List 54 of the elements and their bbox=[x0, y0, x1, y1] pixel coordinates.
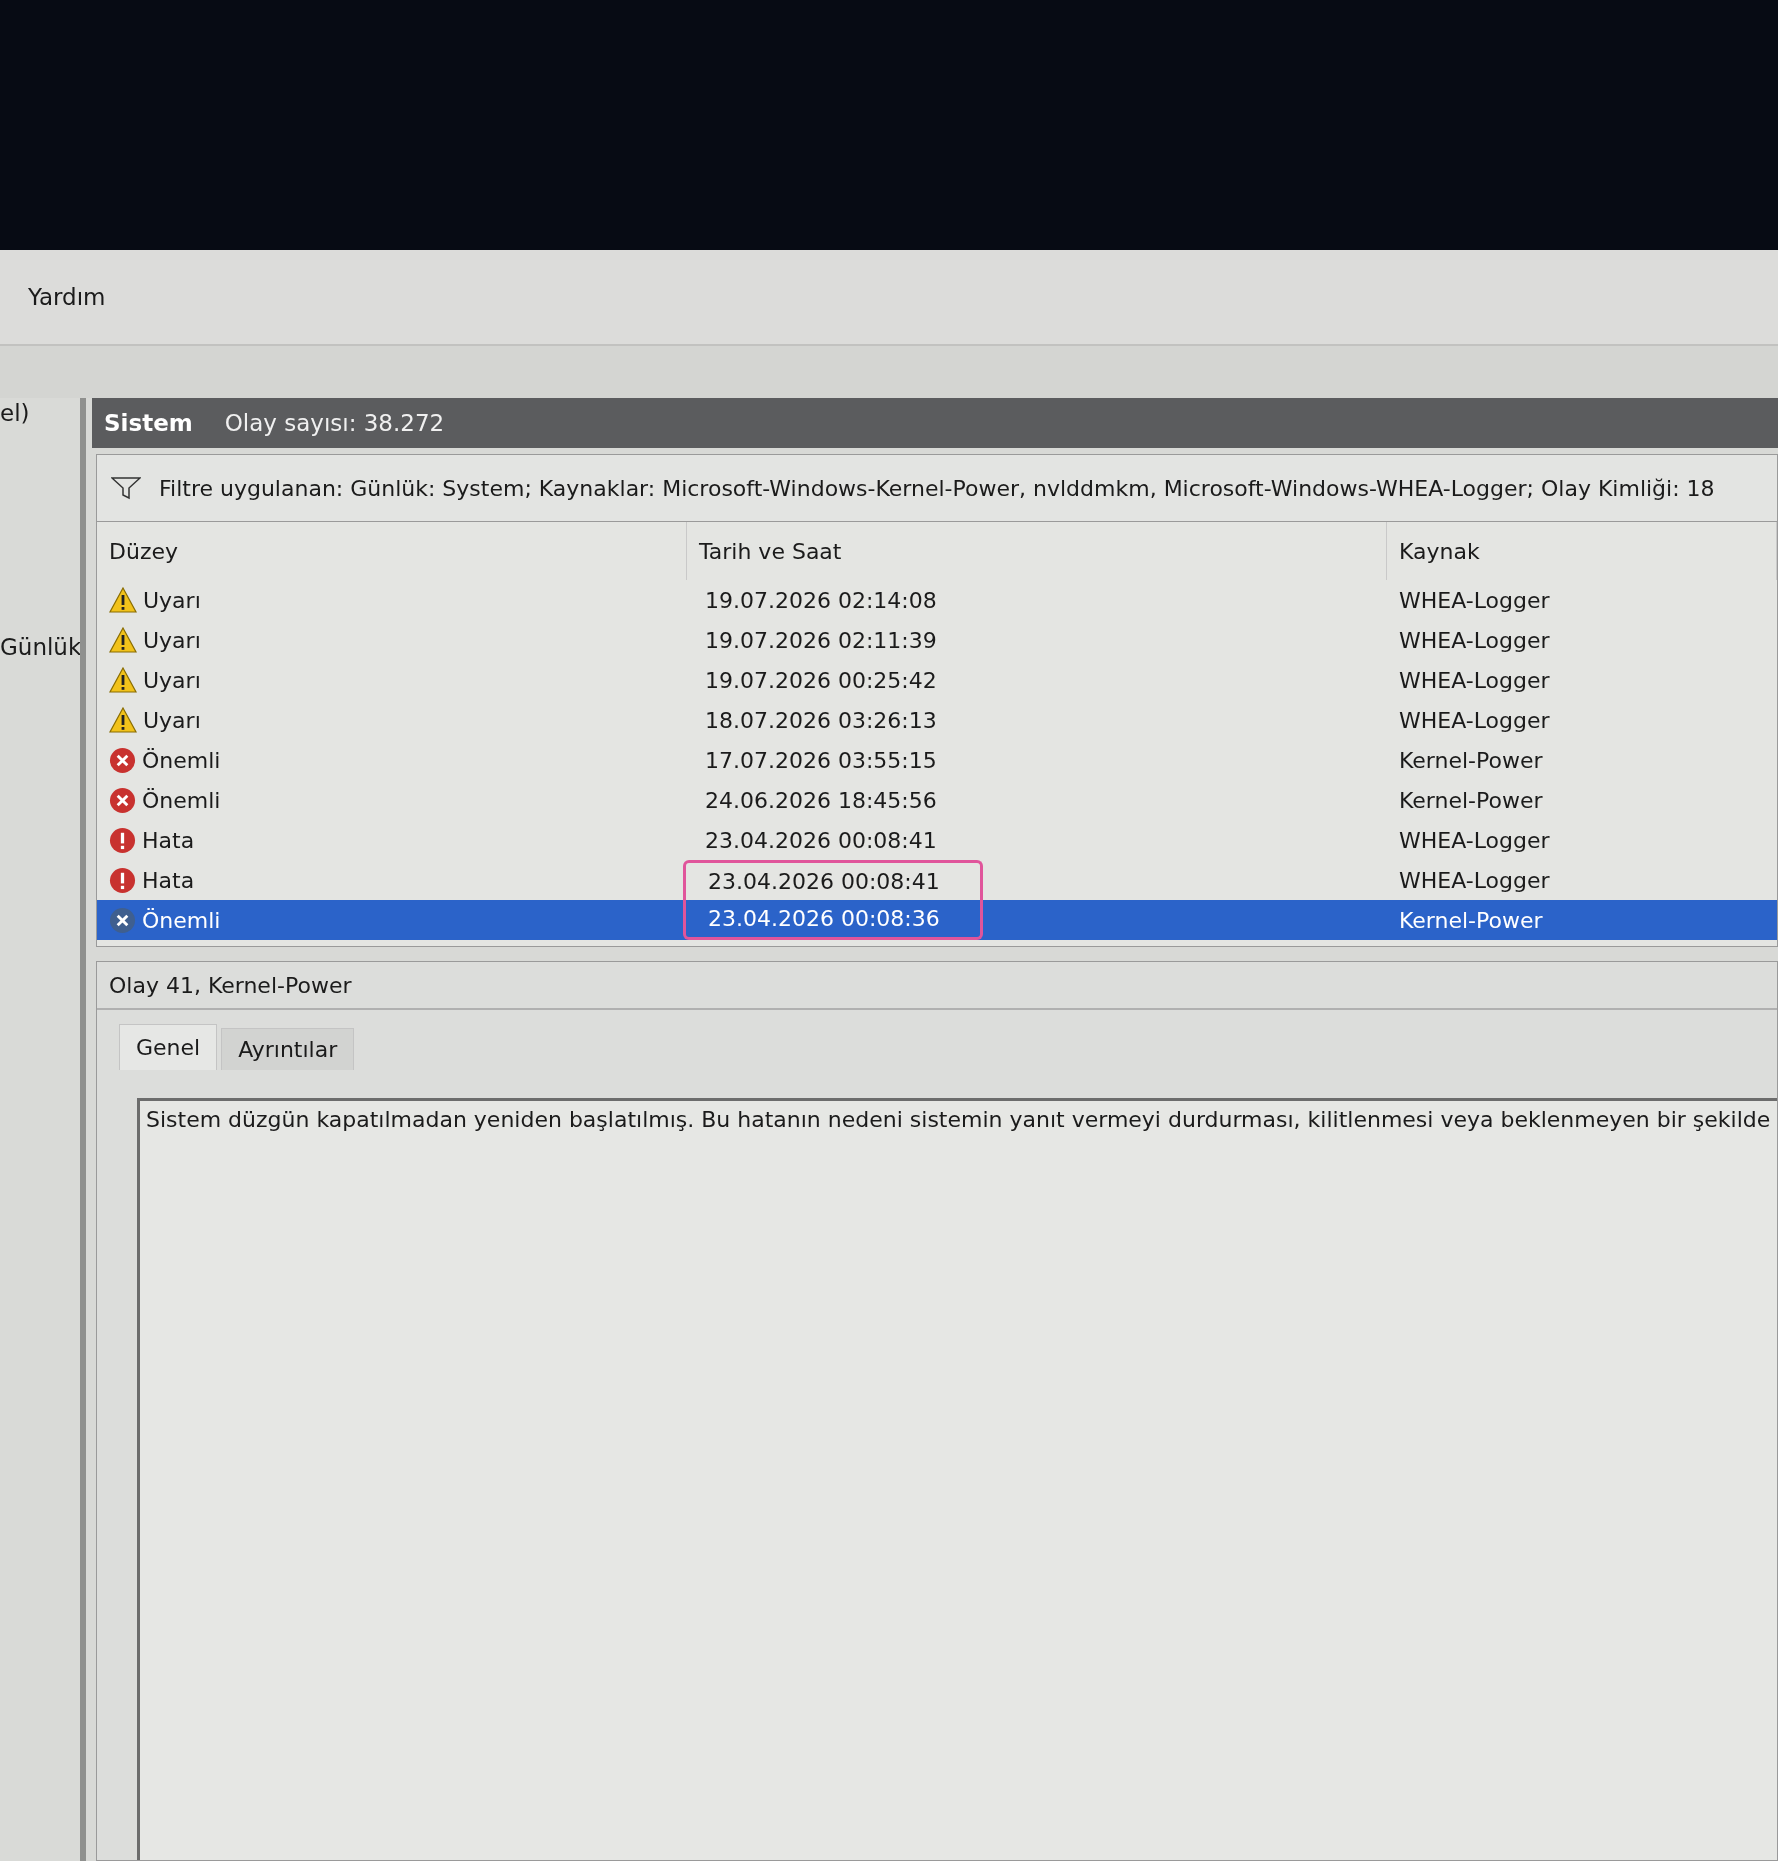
event-row[interactable]: Uyarı 19.07.2026 02:14:08 WHEA-Logger bbox=[97, 580, 1777, 620]
event-row[interactable]: Uyarı 18.07.2026 03:26:13 WHEA-Logger bbox=[97, 700, 1777, 740]
warning-icon bbox=[109, 627, 137, 653]
table-cell: Uyarı bbox=[97, 660, 687, 700]
table-cell: Önemli bbox=[97, 780, 687, 820]
error-icon bbox=[109, 826, 136, 854]
table-cell-text: WHEA-Logger bbox=[1398, 586, 1551, 615]
table-cell-text: 19.07.2026 00:25:42 bbox=[704, 666, 938, 695]
table-cell-text: 19.07.2026 02:11:39 bbox=[704, 626, 938, 655]
event-row[interactable]: Uyarı 19.07.2026 00:25:42 WHEA-Logger bbox=[97, 660, 1777, 700]
tree-item[interactable]: el) bbox=[0, 400, 80, 426]
table-cell: Uyarı bbox=[97, 700, 687, 740]
warning-icon bbox=[109, 587, 137, 613]
event-row[interactable]: Hata 23.04.2026 00:08:41 WHEA-Logger bbox=[97, 820, 1777, 860]
table-cell-text: WHEA-Logger bbox=[1398, 706, 1551, 735]
event-row[interactable]: Uyarı 19.07.2026 02:11:39 WHEA-Logger bbox=[97, 620, 1777, 660]
table-cell-text: 24.06.2026 18:45:56 bbox=[704, 786, 938, 815]
tab[interactable]: Genel bbox=[119, 1024, 218, 1070]
event-row[interactable]: Önemli 23.04.2026 00:08:36 Kernel-Power bbox=[97, 900, 1777, 940]
table-cell-text: 19.07.2026 02:14:08 bbox=[704, 586, 938, 615]
menu-item[interactable]: Yardım bbox=[28, 284, 106, 310]
error-icon bbox=[109, 866, 136, 894]
warning-icon bbox=[109, 667, 137, 693]
table-cell: Uyarı bbox=[97, 620, 687, 660]
column-header[interactable]: Tarih ve Saat bbox=[687, 522, 1387, 580]
table-cell-text: Kernel-Power bbox=[1398, 746, 1544, 775]
table-cell: Önemli bbox=[97, 740, 687, 780]
table-cell-text: 18.07.2026 03:26:13 bbox=[704, 706, 938, 735]
description-text: Sistem düzgün kapatılmadan yeniden başlatılmış. Bu hatanın nedeni sistemin yanıt vermeyi durdurması, kilitlenmesi veya beklenmeyen bir şekilde bbox=[137, 1098, 1777, 1860]
table-cell-text: Kernel-Power bbox=[1398, 906, 1544, 935]
filter-icon bbox=[111, 476, 141, 500]
event-row[interactable]: Önemli 24.06.2026 18:45:56 Kernel-Power bbox=[97, 780, 1777, 820]
column-header[interactable]: Kaynak bbox=[1387, 522, 1777, 580]
table-cell: Uyarı bbox=[97, 580, 687, 620]
panel-title: Sistem bbox=[104, 410, 193, 436]
event-count: Olay sayısı: 38.272 bbox=[224, 410, 445, 436]
table-cell-text: WHEA-Logger bbox=[1398, 826, 1551, 855]
table-cell: 23.04.2026 00:08:36 bbox=[683, 900, 983, 940]
column-header[interactable]: Düzey bbox=[97, 522, 687, 580]
table-cell-text: WHEA-Logger bbox=[1398, 626, 1551, 655]
table-cell: Hata bbox=[97, 820, 687, 860]
critical-icon bbox=[109, 746, 136, 774]
table-cell-text: WHEA-Logger bbox=[1398, 666, 1551, 695]
critical-icon bbox=[109, 906, 136, 934]
critical-icon bbox=[109, 786, 136, 814]
table-cell-text: WHEA-Logger bbox=[1398, 866, 1551, 895]
event-row[interactable]: Önemli 17.07.2026 03:55:15 Kernel-Power bbox=[97, 740, 1777, 780]
detail-title: Olay 41, Kernel-Power bbox=[97, 962, 1777, 1010]
table-cell-text: Kernel-Power bbox=[1398, 786, 1544, 815]
table-cell-text: 23.04.2026 00:08:41 bbox=[704, 826, 938, 855]
warning-icon bbox=[109, 707, 137, 733]
tab[interactable]: Ayrıntılar bbox=[221, 1028, 355, 1070]
filter-text: Filtre uygulanan: Günlük: System; Kaynaklar: Microsoft-Windows-Kernel-Power, nvlddmkm, Microsoft-Windows-WHEA-Logger; Olay Kimliği: 18 bbox=[159, 475, 1715, 501]
table-cell-text: 17.07.2026 03:55:15 bbox=[704, 746, 938, 775]
